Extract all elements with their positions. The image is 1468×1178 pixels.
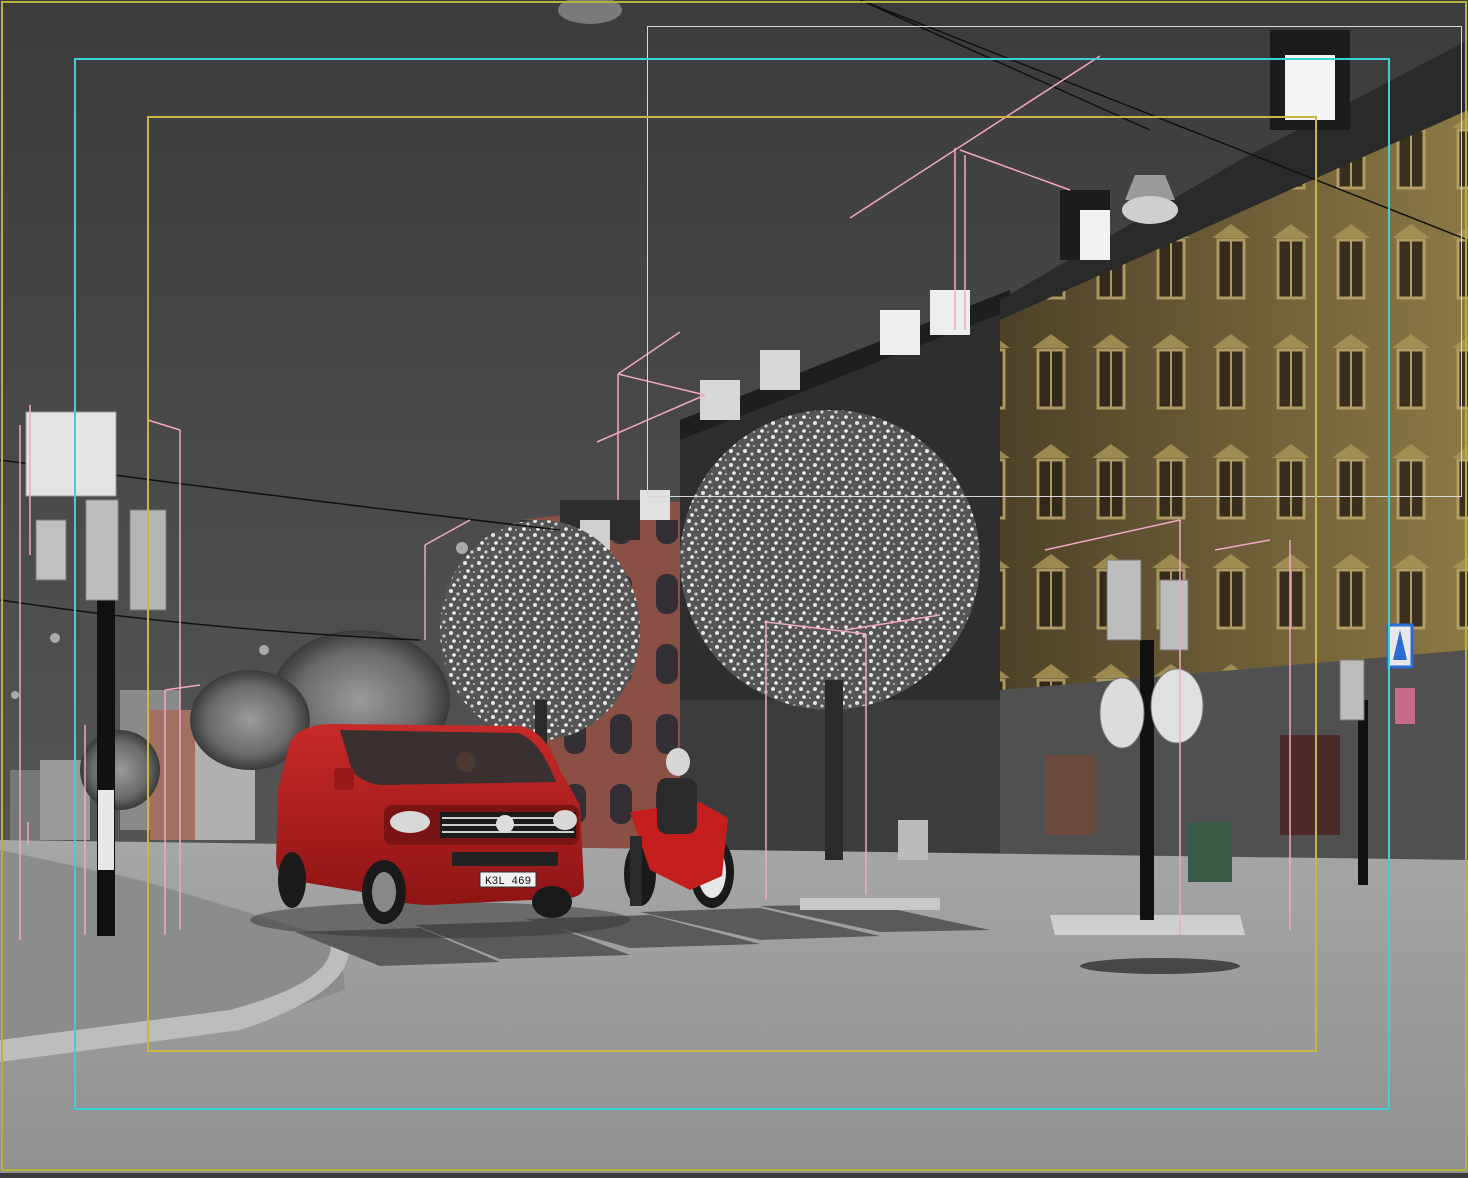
kiosk xyxy=(898,820,928,860)
license-plate-text: K3L 469 xyxy=(485,876,531,888)
3d-viewport[interactable]: K3L 469 xyxy=(0,0,1468,1173)
rendered-scene[interactable]: K3L 469 xyxy=(0,0,1468,1173)
green-bin xyxy=(1188,822,1232,882)
